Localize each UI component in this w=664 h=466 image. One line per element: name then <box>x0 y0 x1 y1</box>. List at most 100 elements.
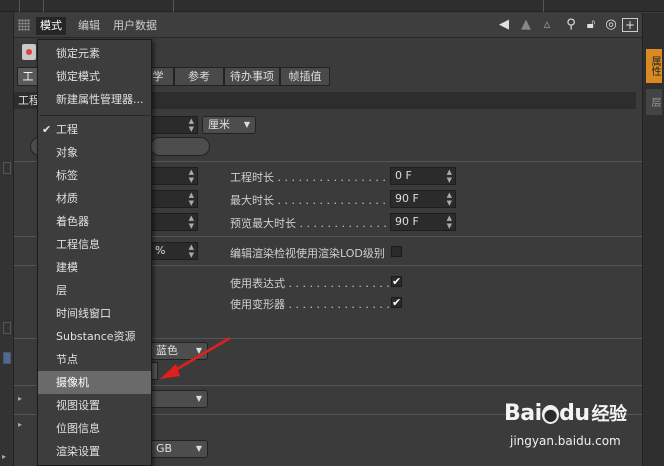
lod-field[interactable]: % ▲ ▼ <box>150 242 198 260</box>
spin-arrows-icon[interactable]: ▲ ▼ <box>189 214 194 230</box>
menu-item-layer[interactable]: 层 <box>38 279 151 302</box>
expand-arrow-icon[interactable]: ▸ <box>2 452 6 461</box>
menu-item-label: 渲染设置 <box>56 445 100 458</box>
menu-user-data[interactable]: 用户数据 <box>109 17 161 35</box>
strip-segment <box>0 0 20 12</box>
menu-item-lock-element[interactable]: 锁定元素 <box>38 42 151 65</box>
menu-item-shader[interactable]: 着色器 <box>38 210 151 233</box>
tab-project[interactable]: 工 <box>17 67 39 86</box>
chevron-down-icon: ▼ <box>195 444 202 453</box>
right-tab-panel: 属性 层 <box>642 13 664 466</box>
unit-dropdown-label: 厘米 <box>208 118 230 131</box>
menu-edit[interactable]: 编辑 <box>74 17 104 35</box>
annotation-arrow <box>160 336 231 379</box>
percent-unit: % <box>155 244 166 257</box>
expand-arrow-icon[interactable]: ▸ <box>18 420 22 429</box>
lod-checkbox[interactable] <box>391 246 402 257</box>
spin-arrows-icon[interactable]: ▲ ▼ <box>447 191 452 207</box>
menu-item-label: 锁定元素 <box>56 47 100 60</box>
menu-mode[interactable]: 模式 <box>36 17 66 35</box>
expand-arrow-icon[interactable]: ▸ <box>18 394 22 403</box>
spin-arrows-icon[interactable]: ▲ ▼ <box>189 117 194 133</box>
menu-item-label: 层 <box>56 284 67 297</box>
tab-interpolation[interactable]: 帧插值 <box>280 67 330 86</box>
scale-field[interactable]: ▲ ▼ <box>150 116 198 134</box>
menu-item-project-info[interactable]: 工程信息 <box>38 233 151 256</box>
strip-segment <box>20 0 44 12</box>
menu-item-project[interactable]: ✔ 工程 <box>38 118 151 141</box>
left-edge-panel: ▸ <box>0 12 14 466</box>
strip-segment <box>380 0 544 12</box>
menu-item-label: 位图信息 <box>56 422 100 435</box>
menu-item-label: 着色器 <box>56 215 89 228</box>
menu-item-camera[interactable]: 摄像机 <box>38 371 151 394</box>
target-icon[interactable]: ◎ <box>602 17 620 34</box>
min-time-field[interactable]: ▲ ▼ <box>150 190 198 208</box>
up-arrow-icon[interactable]: ▲ <box>516 17 536 34</box>
arrow-head <box>160 364 180 379</box>
tab-todo[interactable]: 待办事项 <box>224 67 280 86</box>
lock-icon[interactable]: 🔓︎ <box>582 17 600 34</box>
attribute-manager-menubar: 模式 编辑 用户数据 ◀ ▲ ▵ ⚲ 🔓︎ ◎ + <box>14 13 642 38</box>
top-toolbar-strip <box>0 0 664 12</box>
watermark-url: jingyan.baidu.com <box>510 434 621 448</box>
mode-dropdown-menu: 锁定元素 锁定模式 新建属性管理器... ✔ 工程 对象 标签 材质 着色器 工程… <box>37 39 152 466</box>
menu-item-modeling[interactable]: 建模 <box>38 256 151 279</box>
new-window-icon[interactable]: + <box>622 18 638 32</box>
menu-item-node[interactable]: 节点 <box>38 348 151 371</box>
preview-max-duration-field[interactable]: 90 F ▲ ▼ <box>390 213 456 231</box>
spin-arrows-icon[interactable]: ▲ ▼ <box>189 191 194 207</box>
menu-item-lock-mode[interactable]: 锁定模式 <box>38 65 151 88</box>
use-deformers-checkbox[interactable]: ✔ <box>391 297 402 308</box>
menu-item-material[interactable]: 材质 <box>38 187 151 210</box>
preview-max-duration-value: 90 F <box>395 215 419 228</box>
use-expressions-checkbox[interactable]: ✔ <box>391 276 402 287</box>
forward-arrow-icon[interactable]: ▵ <box>536 17 558 34</box>
menu-item-label: 工程信息 <box>56 238 100 251</box>
preview-min-field[interactable]: ▲ ▼ <box>150 213 198 231</box>
grip-icon[interactable] <box>18 19 30 31</box>
fps-field[interactable]: ▲ ▼ <box>150 167 198 185</box>
lod-label: 编辑渲染检视使用渲染LOD级别 <box>230 247 385 260</box>
menu-item-label: 标签 <box>56 169 78 182</box>
panel-marker <box>3 322 11 334</box>
color-space-dropdown[interactable]: GB ▼ <box>150 440 208 458</box>
menu-item-timeline[interactable]: 时间线窗口 <box>38 302 151 325</box>
unit-dropdown[interactable]: 厘米 ▼ <box>202 116 256 134</box>
max-duration-field[interactable]: 90 F ▲ ▼ <box>390 190 456 208</box>
menu-item-object[interactable]: 对象 <box>38 141 151 164</box>
project-duration-value: 0 F <box>395 169 412 182</box>
panel-marker <box>3 162 11 174</box>
tab-attributes[interactable]: 属性 <box>646 49 662 83</box>
menu-item-render-settings[interactable]: 渲染设置 <box>38 440 151 463</box>
menu-item-substance[interactable]: Substance资源 <box>38 325 151 348</box>
view-dropdown[interactable]: ▼ <box>150 390 208 408</box>
menu-item-label: 建模 <box>56 261 78 274</box>
menu-item-label: 锁定模式 <box>56 70 100 83</box>
menu-item-label: 对象 <box>56 146 78 159</box>
spin-arrows-icon[interactable]: ▲ ▼ <box>189 243 194 259</box>
spin-arrows-icon[interactable]: ▲ ▼ <box>447 214 452 230</box>
spin-arrows-icon[interactable]: ▲ ▼ <box>189 168 194 184</box>
max-duration-label: 最大时长 . . . . . . . . . . . . . . . . <box>230 194 386 207</box>
max-duration-value: 90 F <box>395 192 419 205</box>
scale-project-button[interactable] <box>150 137 210 156</box>
tab-reference[interactable]: 参考 <box>174 67 224 86</box>
menu-item-label: Substance资源 <box>56 330 136 343</box>
back-arrow-icon[interactable]: ◀ <box>494 17 514 34</box>
search-icon[interactable]: ⚲ <box>562 17 580 34</box>
menu-item-new-attribute-manager[interactable]: 新建属性管理器... <box>38 88 151 111</box>
menu-item-view-settings[interactable]: 视图设置 <box>38 394 151 417</box>
spin-arrows-icon[interactable]: ▲ ▼ <box>447 168 452 184</box>
project-duration-field[interactable]: 0 F ▲ ▼ <box>390 167 456 185</box>
tab-layers[interactable]: 层 <box>646 89 662 115</box>
menu-item-label: 视图设置 <box>56 399 100 412</box>
chevron-down-icon: ▼ <box>195 394 202 403</box>
preview-max-duration-label: 预览最大时长 . . . . . . . . . . . . . <box>230 217 387 230</box>
panel-marker[interactable] <box>3 352 11 364</box>
menu-item-tag[interactable]: 标签 <box>38 164 151 187</box>
paw-icon: ● <box>541 405 560 424</box>
menu-item-label: 节点 <box>56 353 78 366</box>
menu-item-bitmap-info[interactable]: 位图信息 <box>38 417 151 440</box>
project-duration-label: 工程时长 . . . . . . . . . . . . . . . . <box>230 171 386 184</box>
